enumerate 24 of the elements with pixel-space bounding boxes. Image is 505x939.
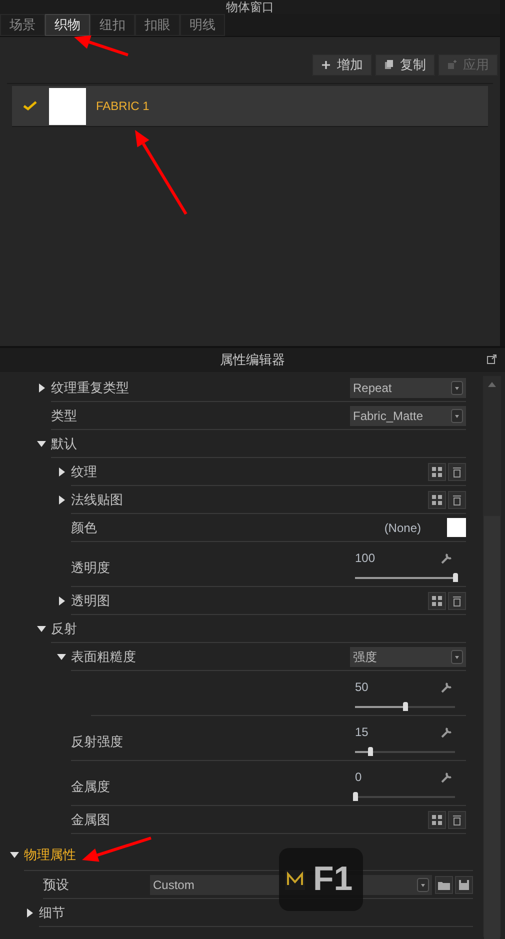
property-label: 细节 [39, 904, 65, 922]
property-label: 金属图 [71, 810, 110, 829]
property-label: 透明度 [71, 559, 110, 578]
property-label: 法线贴图 [71, 490, 123, 509]
slider-value: 50 [355, 679, 368, 696]
property-label: 默认 [51, 434, 77, 453]
fabric-name: FABRIC 1 [96, 98, 150, 115]
key-label: F1 [313, 859, 353, 900]
property-label: 纹理 [71, 462, 97, 481]
property-label: 预设 [43, 876, 69, 894]
slider-value: 100 [355, 550, 376, 567]
color-value: (None) [384, 520, 421, 536]
slider-value: 0 [355, 769, 362, 786]
window-title: 物体窗口 [226, 0, 274, 14]
property-label: 类型 [51, 406, 77, 425]
property-label: 颜色 [71, 518, 97, 537]
property-label: 透明图 [71, 592, 110, 610]
property-label: 纹理重复类型 [51, 378, 129, 397]
panel-title: 属性编辑器 [220, 351, 285, 370]
property-label: 反射强度 [71, 733, 123, 752]
slider-value: 15 [355, 724, 368, 741]
property-label: 反射 [51, 620, 77, 638]
property-label: 表面粗糙度 [71, 648, 136, 666]
property-label: 金属度 [71, 778, 110, 796]
